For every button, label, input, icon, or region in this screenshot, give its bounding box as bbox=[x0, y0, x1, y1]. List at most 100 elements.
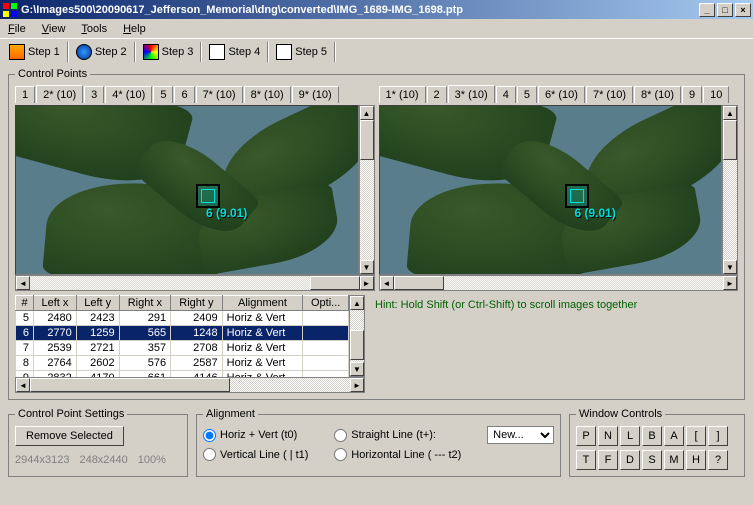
radio-horizontal-line[interactable]: Horizontal Line ( --- t2) bbox=[334, 448, 473, 461]
wc-button-a[interactable]: A bbox=[664, 426, 684, 446]
wc-button-h[interactable]: H bbox=[686, 450, 706, 470]
wc-button-t[interactable]: T bbox=[576, 450, 596, 470]
alignment-fieldset: Alignment Horiz + Vert (t0) Straight Lin… bbox=[196, 408, 561, 477]
wc-button-?[interactable]: ? bbox=[708, 450, 728, 470]
table-row[interactable]: 8276426025762587Horiz & Vert bbox=[16, 356, 349, 371]
left-tab[interactable]: 6 bbox=[174, 86, 194, 103]
step4-icon bbox=[209, 44, 225, 60]
radio-straight-line[interactable]: Straight Line (t+): bbox=[334, 429, 473, 442]
left-tab[interactable]: 5 bbox=[153, 86, 173, 103]
wc-button-b[interactable]: B bbox=[642, 426, 662, 446]
left-tab[interactable]: 9* (10) bbox=[292, 86, 339, 103]
col-rightx[interactable]: Right x bbox=[119, 296, 171, 311]
wc-button-[[interactable]: [ bbox=[686, 426, 706, 446]
right-tab[interactable]: 3* (10) bbox=[448, 85, 495, 103]
col-alignment[interactable]: Alignment bbox=[222, 296, 303, 311]
wc-button-][interactable]: ] bbox=[708, 426, 728, 446]
wc-button-d[interactable]: D bbox=[620, 450, 640, 470]
left-tab[interactable]: 8* (10) bbox=[244, 86, 291, 103]
alignment-legend: Alignment bbox=[203, 408, 258, 420]
left-image-view[interactable]: 6 (9.01) bbox=[15, 105, 359, 275]
step5-button[interactable]: Step 5 bbox=[271, 41, 332, 63]
minimize-button[interactable]: _ bbox=[699, 3, 715, 17]
step2-icon bbox=[76, 44, 92, 60]
right-hscrollbar[interactable]: ◄► bbox=[379, 275, 739, 291]
left-tab[interactable]: 3 bbox=[84, 86, 104, 103]
right-vscrollbar[interactable]: ▲▼ bbox=[722, 105, 738, 275]
toolbar: Step 1 Step 2 Step 3 Step 4 Step 5 bbox=[0, 38, 753, 64]
right-tab[interactable]: 5 bbox=[517, 86, 537, 103]
table-row[interactable]: 9283241706614146Horiz & Vert bbox=[16, 371, 349, 378]
app-icon bbox=[2, 2, 18, 18]
right-tab[interactable]: 10 bbox=[703, 86, 729, 103]
left-image-dim: 2944x3123 bbox=[15, 454, 69, 466]
wc-button-p[interactable]: P bbox=[576, 426, 596, 446]
left-tab[interactable]: 7* (10) bbox=[196, 86, 243, 103]
menu-view[interactable]: View bbox=[38, 21, 70, 37]
right-tab[interactable]: 1* (10) bbox=[379, 86, 426, 103]
step4-button[interactable]: Step 4 bbox=[204, 41, 265, 63]
right-image-tabs: 1* (10)23* (10)456* (10)7* (10)8* (10)91… bbox=[379, 86, 739, 103]
left-control-point-marker[interactable] bbox=[196, 184, 220, 208]
right-tab[interactable]: 7* (10) bbox=[586, 86, 633, 103]
wc-button-n[interactable]: N bbox=[598, 426, 618, 446]
close-button[interactable]: × bbox=[735, 3, 751, 17]
wc-button-l[interactable]: L bbox=[620, 426, 640, 446]
control-points-fieldset: Control Points 12* (10)34* (10)567* (10)… bbox=[8, 68, 745, 400]
zoom-level: 100% bbox=[138, 454, 166, 466]
maximize-button[interactable]: □ bbox=[717, 3, 733, 17]
menubar: File View Tools Help bbox=[0, 19, 753, 38]
left-tab[interactable]: 4* (10) bbox=[105, 86, 152, 103]
col-opti[interactable]: Opti... bbox=[303, 296, 349, 311]
step3-button[interactable]: Step 3 bbox=[138, 41, 199, 63]
right-tab[interactable]: 9 bbox=[682, 86, 702, 103]
left-tab[interactable]: 1 bbox=[15, 86, 35, 103]
window-controls-fieldset: Window Controls PNLBA[] TFDSMH? bbox=[569, 408, 745, 477]
control-point-settings-fieldset: Control Point Settings Remove Selected 2… bbox=[8, 408, 188, 477]
hint-text: Hint: Hold Shift (or Ctrl-Shift) to scro… bbox=[373, 295, 639, 393]
col-lefty[interactable]: Left y bbox=[76, 296, 119, 311]
left-image-tabs: 12* (10)34* (10)567* (10)8* (10)9* (10) bbox=[15, 86, 375, 103]
menu-help[interactable]: Help bbox=[119, 21, 150, 37]
titlebar: G:\Images500\20090617_Jefferson_Memorial… bbox=[0, 0, 753, 19]
step1-icon bbox=[9, 44, 25, 60]
right-tab[interactable]: 8* (10) bbox=[634, 86, 681, 103]
left-hscrollbar[interactable]: ◄► bbox=[15, 275, 375, 291]
table-vscrollbar[interactable]: ▲▼ bbox=[349, 295, 365, 377]
straight-line-select[interactable]: New... bbox=[487, 426, 554, 444]
right-tab[interactable]: 2 bbox=[427, 86, 447, 103]
window-title: G:\Images500\20090617_Jefferson_Memorial… bbox=[21, 4, 699, 16]
right-marker-label: 6 (9.01) bbox=[575, 206, 616, 220]
step1-button[interactable]: Step 1 bbox=[4, 41, 65, 63]
step2-button[interactable]: Step 2 bbox=[71, 41, 132, 63]
right-image-dim: 248x2440 bbox=[79, 454, 127, 466]
step5-icon bbox=[276, 44, 292, 60]
radio-horiz-vert[interactable]: Horiz + Vert (t0) bbox=[203, 429, 320, 442]
left-tab[interactable]: 2* (10) bbox=[36, 85, 83, 103]
radio-vertical-line[interactable]: Vertical Line ( | t1) bbox=[203, 448, 320, 461]
table-hscrollbar[interactable]: ◄► bbox=[15, 377, 365, 393]
table-row[interactable]: 7253927213572708Horiz & Vert bbox=[16, 341, 349, 356]
cps-legend: Control Point Settings bbox=[15, 408, 127, 420]
wc-button-s[interactable]: S bbox=[642, 450, 662, 470]
right-tab[interactable]: 4 bbox=[496, 86, 516, 103]
wc-legend: Window Controls bbox=[576, 408, 665, 420]
wc-button-f[interactable]: F bbox=[598, 450, 618, 470]
step3-icon bbox=[143, 44, 159, 60]
control-points-table[interactable]: # Left x Left y Right x Right y Alignmen… bbox=[15, 295, 349, 377]
left-marker-label: 6 (9.01) bbox=[206, 206, 247, 220]
col-n[interactable]: # bbox=[16, 296, 34, 311]
col-righty[interactable]: Right y bbox=[171, 296, 223, 311]
col-leftx[interactable]: Left x bbox=[34, 296, 77, 311]
wc-button-m[interactable]: M bbox=[664, 450, 684, 470]
control-points-legend: Control Points bbox=[15, 68, 90, 80]
menu-tools[interactable]: Tools bbox=[77, 21, 111, 37]
right-tab[interactable]: 6* (10) bbox=[538, 86, 585, 103]
remove-selected-button[interactable]: Remove Selected bbox=[15, 426, 124, 446]
table-row[interactable]: 5248024232912409Horiz & Vert bbox=[16, 311, 349, 326]
right-control-point-marker[interactable] bbox=[565, 184, 589, 208]
table-row[interactable]: 6277012595651248Horiz & Vert bbox=[16, 326, 349, 341]
right-image-view[interactable]: 6 (9.01) bbox=[379, 105, 723, 275]
menu-file[interactable]: File bbox=[4, 21, 30, 37]
left-vscrollbar[interactable]: ▲▼ bbox=[359, 105, 375, 275]
